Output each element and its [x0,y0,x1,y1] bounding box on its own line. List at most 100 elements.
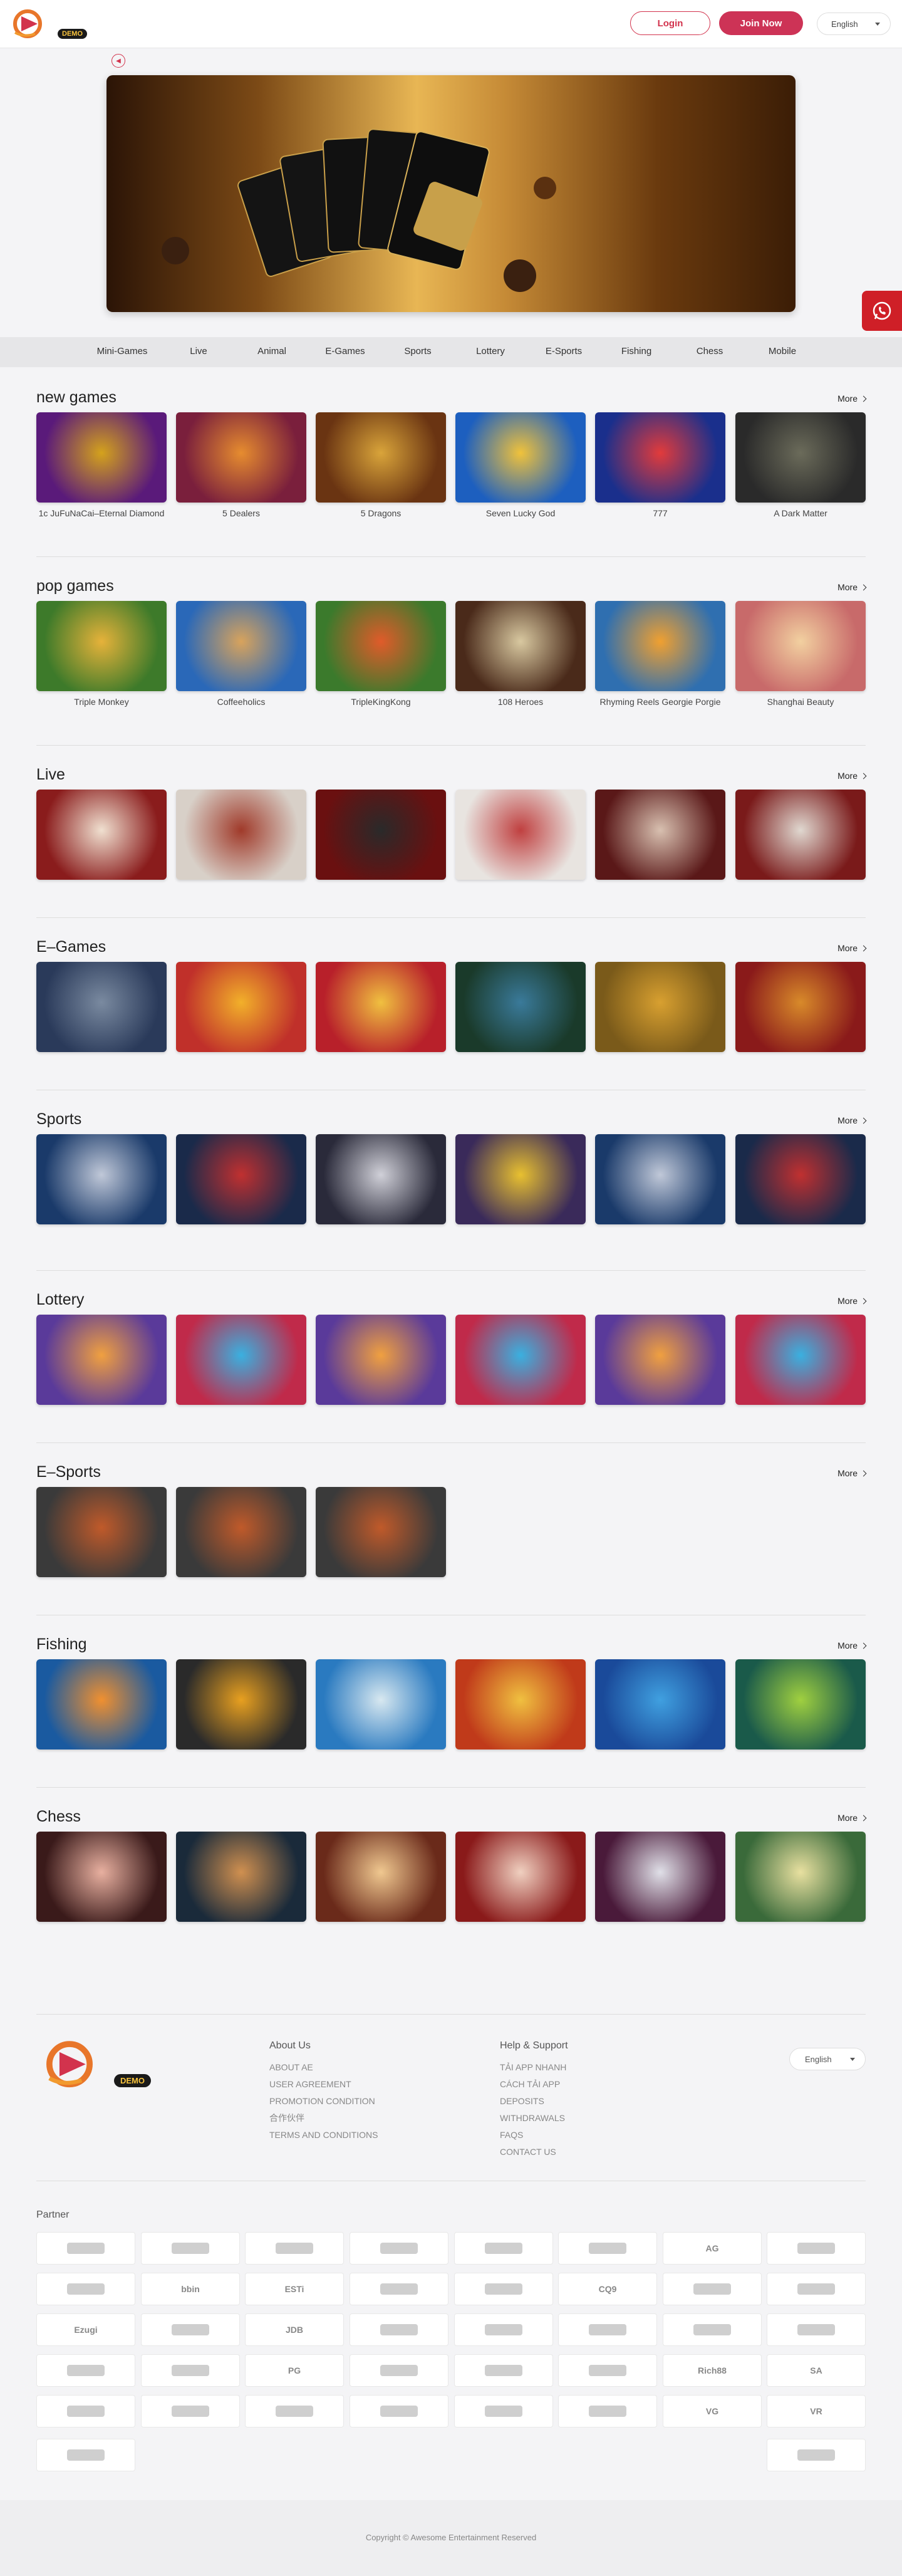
game-thumbnail[interactable] [316,1832,446,1922]
game-tile[interactable] [735,1659,866,1749]
footer-link-withdrawals[interactable]: WITHDRAWALS [500,2110,568,2127]
footer-link-user-agreement[interactable]: USER AGREEMENT [269,2076,378,2093]
game-thumbnail[interactable] [455,412,586,503]
game-thumbnail[interactable] [176,962,306,1052]
game-title[interactable]: 5 Dealers [176,508,306,519]
game-title[interactable]: Triple Monkey [36,696,167,707]
game-thumbnail[interactable] [595,962,725,1052]
game-tile[interactable] [176,1134,306,1224]
game-thumbnail[interactable] [176,1487,306,1577]
game-title[interactable]: Seven Lucky God [455,508,586,519]
game-tile[interactable] [455,1832,586,1922]
game-tile[interactable] [36,962,167,1052]
game-tile[interactable] [455,1134,586,1224]
game-thumbnail[interactable] [735,962,866,1052]
game-thumbnail[interactable] [595,601,725,691]
more-link[interactable]: More [837,943,866,953]
game-title[interactable]: 5 Dragons [316,508,446,519]
footer-link-deposits[interactable]: DEPOSITS [500,2093,568,2110]
game-tile[interactable]: Seven Lucky God [455,412,586,519]
footer-language-select[interactable]: English [789,2048,866,2070]
game-thumbnail[interactable] [176,1134,306,1224]
game-tile[interactable]: 5 Dragons [316,412,446,519]
more-link[interactable]: More [837,771,866,781]
game-thumbnail[interactable] [36,412,167,503]
game-tile[interactable] [455,1659,586,1749]
game-tile[interactable] [36,1134,167,1224]
game-title[interactable]: 108 Heroes [455,696,586,707]
more-link[interactable]: More [837,1296,866,1306]
nav-item-lottery[interactable]: Lottery [476,346,505,357]
game-thumbnail[interactable] [455,1832,586,1922]
game-thumbnail[interactable] [36,1832,167,1922]
game-tile[interactable] [176,962,306,1052]
game-title[interactable]: Rhyming Reels Georgie Porgie [595,696,725,707]
game-tile[interactable]: Coffeeholics [176,601,306,707]
footer-link-partners[interactable]: 合作伙伴 [269,2110,378,2127]
game-thumbnail[interactable] [455,790,586,880]
game-tile[interactable] [316,1659,446,1749]
game-thumbnail[interactable] [176,1315,306,1405]
game-tile[interactable] [176,1659,306,1749]
game-tile[interactable]: 5 Dealers [176,412,306,519]
game-thumbnail[interactable] [595,412,725,503]
nav-item-e-sports[interactable]: E-Sports [546,346,582,357]
game-thumbnail[interactable] [36,1134,167,1224]
nav-item-sports[interactable]: Sports [404,346,431,357]
game-thumbnail[interactable] [595,790,725,880]
more-link[interactable]: More [837,1813,866,1823]
game-tile[interactable] [735,1832,866,1922]
game-tile[interactable]: A Dark Matter [735,412,866,519]
more-link[interactable]: More [837,582,866,592]
footer-link-how-to-app[interactable]: CÁCH TẢI APP [500,2076,568,2093]
game-title[interactable]: Shanghai Beauty [735,696,866,707]
game-tile[interactable] [595,790,725,880]
game-tile[interactable]: Rhyming Reels Georgie Porgie [595,601,725,707]
game-tile[interactable] [595,1659,725,1749]
game-tile[interactable] [316,790,446,880]
game-tile[interactable] [316,1487,446,1577]
game-thumbnail[interactable] [595,1832,725,1922]
footer-link-faqs[interactable]: FAQS [500,2127,568,2144]
footer-link-about-ae[interactable]: ABOUT AE [269,2059,378,2076]
game-thumbnail[interactable] [316,962,446,1052]
game-thumbnail[interactable] [36,601,167,691]
footer-link-promotion-condition[interactable]: PROMOTION CONDITION [269,2093,378,2110]
hero-banner[interactable] [106,75,796,312]
game-tile[interactable] [36,1659,167,1749]
game-thumbnail[interactable] [36,1315,167,1405]
game-tile[interactable] [735,790,866,880]
nav-item-live[interactable]: Live [190,346,207,357]
game-tile[interactable] [735,1134,866,1224]
footer-link-fast-app[interactable]: TẢI APP NHANH [500,2059,568,2076]
game-tile[interactable] [36,1315,167,1405]
game-thumbnail[interactable] [735,1315,866,1405]
game-thumbnail[interactable] [316,790,446,880]
game-tile[interactable] [595,1315,725,1405]
game-thumbnail[interactable] [176,412,306,503]
game-thumbnail[interactable] [735,1134,866,1224]
game-title[interactable]: A Dark Matter [735,508,866,519]
sound-toggle-icon[interactable]: ◀ [111,54,125,68]
game-thumbnail[interactable] [455,962,586,1052]
game-tile[interactable] [316,962,446,1052]
game-title[interactable]: 1c JuFuNaCai–Eternal Diamond [36,508,167,519]
game-thumbnail[interactable] [36,962,167,1052]
game-thumbnail[interactable] [316,1134,446,1224]
join-now-button[interactable]: Join Now [719,11,803,35]
game-thumbnail[interactable] [455,1134,586,1224]
game-thumbnail[interactable] [316,1659,446,1749]
game-thumbnail[interactable] [735,790,866,880]
login-button[interactable]: Login [630,11,710,35]
game-thumbnail[interactable] [36,790,167,880]
language-select[interactable]: English [817,13,891,35]
game-tile[interactable] [176,1315,306,1405]
game-tile[interactable] [455,790,586,880]
game-tile[interactable] [316,1134,446,1224]
game-tile[interactable]: Triple Monkey [36,601,167,707]
game-tile[interactable] [36,1832,167,1922]
nav-item-mobile[interactable]: Mobile [769,346,796,357]
game-tile[interactable] [455,962,586,1052]
game-tile[interactable] [36,1487,167,1577]
game-thumbnail[interactable] [735,412,866,503]
